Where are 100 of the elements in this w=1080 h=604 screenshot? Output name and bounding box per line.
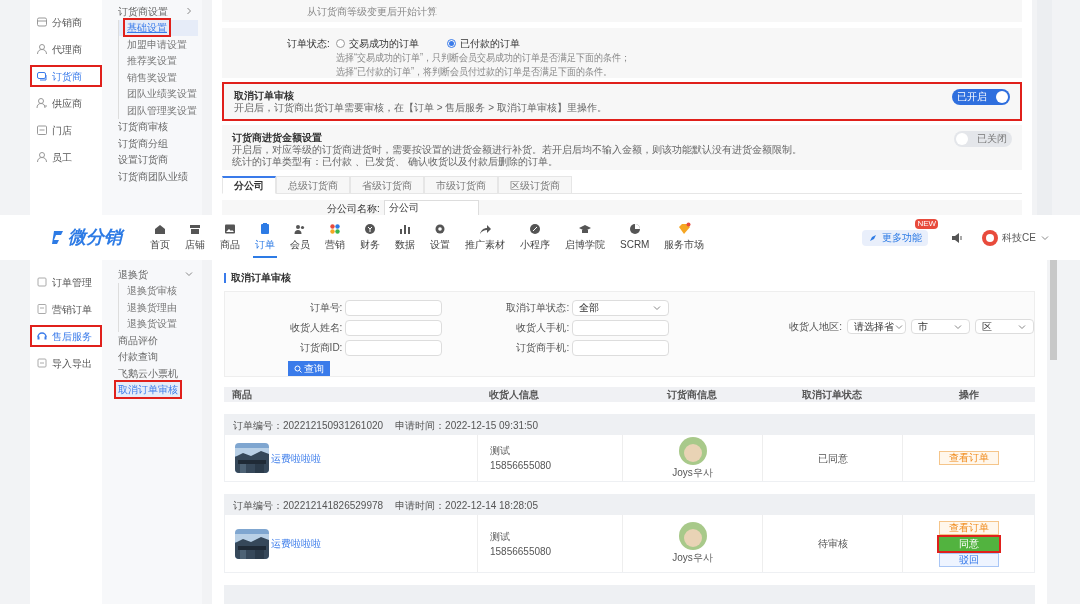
submenu-item[interactable]: 订货商审核 — [116, 119, 170, 135]
request-time: 申请时间：2022-12-14 18:28:05 — [395, 498, 538, 513]
product-link[interactable]: 运费啦啦啦 — [271, 536, 321, 551]
field-label: 收货人姓名: — [289, 321, 343, 335]
submenu-item[interactable]: 退换货审核 — [125, 283, 179, 299]
nav-tab[interactable]: 订单 — [253, 217, 277, 258]
nav-tab[interactable]: 会员 — [288, 217, 312, 258]
avatar-icon — [678, 522, 707, 550]
tab[interactable]: 总级订货商 — [276, 176, 350, 194]
hint-text: 选择“交易成功的订单”，只判断会员交易成功的订单是否满足下面的条件； — [335, 51, 630, 65]
toggle-switch[interactable]: 已关闭 — [954, 131, 1012, 147]
import-export-icon — [36, 357, 48, 369]
column-header: 订货商信息 — [666, 388, 718, 402]
supplier-name: Joys우사 — [672, 465, 713, 480]
tab[interactable]: 区级订货商 — [498, 176, 572, 194]
text-field[interactable] — [345, 299, 443, 316]
select-field[interactable]: 全部 — [572, 299, 670, 316]
person-icon — [36, 43, 48, 55]
submenu-item[interactable]: 付款查询 — [116, 349, 160, 365]
sidebar-item[interactable]: 供应商 — [32, 94, 100, 112]
text-field[interactable]: 分公司 — [383, 200, 479, 215]
select-field[interactable]: 区 — [975, 319, 1034, 334]
column-header: 收货人信息 — [488, 388, 540, 402]
search-button[interactable]: 查询 — [288, 361, 330, 376]
sidebar-item[interactable]: 分销商 — [32, 13, 100, 31]
tiles-icon — [328, 221, 342, 236]
list-icon — [36, 276, 48, 288]
nav-tab[interactable]: 店铺 — [183, 217, 207, 258]
submenu-item[interactable]: 销售奖设置 — [125, 69, 179, 85]
store-icon — [36, 16, 48, 28]
receiver-name: 测试 — [490, 444, 511, 458]
submenu-item[interactable]: 设置订货商 — [116, 152, 170, 168]
product-link[interactable]: 运费啦啦啦 — [271, 450, 321, 466]
receiver-phone: 15856655080 — [490, 544, 553, 559]
submenu-item[interactable]: 订货商设置 — [116, 3, 170, 19]
shop-icon — [36, 124, 48, 136]
submenu-item[interactable]: 加盟申请设置 — [125, 36, 189, 52]
sidebar-item[interactable]: 门店 — [32, 121, 100, 139]
supplier-name: Joys우사 — [672, 551, 713, 565]
nav-tab[interactable]: 数据 — [393, 217, 417, 258]
user-name[interactable]: 科技CE — [1002, 230, 1036, 245]
field-label: 收货人手机: — [516, 321, 570, 335]
rocket-icon — [868, 232, 879, 243]
submenu-item[interactable]: 退换货设置 — [125, 316, 179, 332]
setting-description: 开启后，订货商出货订单需要审核，在【订单 > 售后服务 > 取消订单审核】里操作。 — [234, 102, 607, 114]
person-icon — [36, 151, 48, 163]
nav-tab[interactable]: 小程序 — [518, 217, 552, 258]
nav-tab[interactable]: 启博学院 — [563, 217, 607, 258]
column-header: 操作 — [957, 388, 980, 402]
setting-description: 统计的订单类型有：已付款 、已发货、 确认收货以及付款后删除的订单。 — [232, 156, 559, 168]
tab[interactable]: 省级订货商 — [350, 176, 424, 194]
logo-icon — [50, 228, 64, 247]
nav-tab[interactable]: 设置 — [428, 217, 452, 258]
submenu-item[interactable]: 订货商分组 — [116, 135, 170, 151]
chevron-right-icon — [184, 6, 194, 17]
text-field[interactable] — [345, 339, 443, 356]
sidebar-item[interactable]: 导入导出 — [32, 354, 100, 372]
sidebar-item[interactable]: 售后服务 — [32, 327, 100, 345]
hint-text: 选择“已付款的订单”，将判断会员付过款的订单是否满足下面的条件。 — [335, 65, 613, 79]
submenu-item[interactable]: 退换货理由 — [125, 299, 179, 315]
nav-tab[interactable]: 推广素材 — [463, 217, 507, 258]
order-number: 订单编号：202212150931261020 — [233, 418, 384, 433]
document-icon — [36, 303, 48, 315]
nav-tab[interactable]: 首页 — [148, 217, 172, 258]
text-field[interactable] — [572, 339, 670, 356]
sidebar-item[interactable]: 员工 — [32, 148, 100, 166]
diamond-icon — [677, 221, 692, 236]
field-label: 订货商手机: — [516, 341, 570, 355]
select-field[interactable]: 市 — [911, 319, 970, 334]
submenu-item[interactable]: 团队业绩奖设置 — [125, 86, 199, 102]
text-field[interactable] — [345, 319, 443, 336]
tab[interactable]: 市级订货商 — [424, 176, 498, 194]
nav-tab[interactable]: 营销 — [323, 217, 347, 258]
more-features-button[interactable]: 更多功能 — [862, 229, 929, 246]
scrollbar-thumb[interactable] — [1050, 260, 1057, 360]
nav-tab[interactable]: SCRM — [618, 217, 652, 258]
nav-tab[interactable]: 商品 — [218, 217, 242, 258]
submenu-item[interactable]: 飞鹅云小票机 — [116, 365, 180, 381]
sidebar-item[interactable]: 订货商 — [32, 67, 100, 85]
field-label: 订单状态: — [287, 37, 330, 51]
radio-option[interactable]: 已付款的订单 — [446, 36, 520, 51]
nav-tab[interactable]: 服务市场 — [662, 217, 707, 258]
toggle-switch[interactable]: 已开启 — [952, 89, 1010, 105]
submenu-item[interactable]: 团队管理奖设置 — [125, 102, 199, 118]
submenu-item[interactable]: 推荐奖设置 — [125, 53, 179, 69]
select-field[interactable]: 请选择省 — [847, 319, 906, 334]
submenu-item[interactable]: 订货商团队业绩 — [116, 168, 190, 184]
sidebar-item[interactable]: 营销订单 — [32, 300, 100, 318]
sidebar-item[interactable]: 订单管理 — [32, 273, 100, 291]
tab[interactable]: 分公司 — [222, 176, 276, 194]
nav-tab[interactable]: 财务 — [358, 217, 382, 258]
field-label: 收货人地区: — [789, 320, 842, 334]
submenu-item[interactable]: 取消订单审核 — [116, 382, 180, 398]
submenu-item[interactable]: 商品评价 — [116, 332, 160, 348]
submenu-item[interactable]: 退换货 — [116, 266, 150, 282]
status-text: 已同意 — [817, 451, 848, 466]
order-number: 订单编号：202212141826529978 — [233, 498, 384, 513]
radio-option[interactable]: 交易成功的订单 — [335, 36, 419, 51]
text-field[interactable] — [572, 319, 670, 336]
sidebar-item[interactable]: 代理商 — [32, 40, 100, 58]
